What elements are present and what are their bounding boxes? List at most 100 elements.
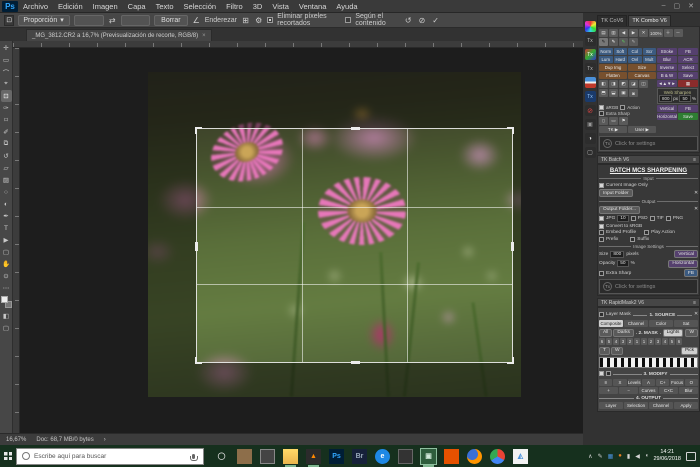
mod-plus[interactable]: + [599,387,618,394]
blend-overlay[interactable]: Ovl [628,56,642,63]
black-brush-icon[interactable]: ✎ [599,38,608,46]
psd-checkbox[interactable] [631,216,636,221]
content-aware-checkbox[interactable] [345,17,351,23]
crop-width-field[interactable] [74,15,103,26]
close-tab-icon[interactable]: × [202,33,206,39]
taskbar-app-explorer[interactable] [283,449,298,464]
gray-brush-icon[interactable]: ✎ [629,38,638,46]
crop-height-field[interactable] [121,15,150,26]
tk-menu-button[interactable]: TK ▶ [599,126,627,133]
healing-brush-tool[interactable]: ⌑ [1,114,12,126]
crop-preset-dropdown[interactable]: Proporción▾ [18,15,70,26]
output-channel[interactable]: Channel [649,402,673,409]
mod-x[interactable]: X [613,379,626,386]
panel-menu-icon[interactable]: ≡ [693,300,696,306]
mask-thumb[interactable]: ◩ [619,80,628,88]
taskbar-app-window[interactable] [260,449,275,464]
cancel-crop-icon[interactable]: ⊘ [419,16,426,25]
palette-button[interactable]: ▦ [678,80,698,87]
clear-input-icon[interactable]: ✕ [694,191,698,196]
png-checkbox[interactable] [666,216,671,221]
blend-color[interactable]: Col [628,48,642,55]
taskbar-app-chrome[interactable] [490,449,505,464]
trash-icon[interactable]: ▯ [599,117,608,125]
clone-stamp-tool[interactable]: ⧉ [1,138,12,150]
fb2-button[interactable]: FB [678,105,698,112]
embed-profile-checkbox[interactable] [599,230,604,235]
menu-seleccion[interactable]: Selección [179,0,222,13]
tx-dark-panel-icon[interactable]: Tx [585,35,596,46]
canvas-button[interactable]: Canvas [628,72,656,79]
menu-capa[interactable]: Capa [123,0,151,13]
mod-a[interactable]: A [642,379,655,386]
blur-button[interactable]: Blur [657,56,677,63]
output-layer[interactable]: Layer [599,402,623,409]
eraser-tool[interactable]: ▱ [1,162,12,174]
close-doc-icon[interactable]: ✕ [639,29,648,37]
swap-dimensions-icon[interactable]: ⇄ [108,15,117,26]
vertical-button[interactable]: Vertical [674,250,698,258]
gradient-tool[interactable]: ▨ [1,174,12,186]
save-button[interactable]: Save [678,72,698,79]
select-button[interactable]: Select [678,64,698,71]
save-green-button[interactable]: Save [678,113,698,120]
gray-panel-icon[interactable]: ▣ [585,119,596,130]
taskbar-app-cortana[interactable]: ◯ [214,449,229,464]
mask-thumb[interactable]: ◙ [629,89,638,97]
web-sharpen-size-field[interactable]: 800 [659,95,672,102]
prev-icon[interactable]: ◀ [619,29,628,37]
blend-multiply[interactable]: Mult [643,56,657,63]
taskbar-app-vlc[interactable]: ▲ [306,449,321,464]
tray-battery-icon[interactable]: ▮ [627,453,630,460]
zone-1b[interactable]: 1 [641,338,647,345]
argb-checkbox[interactable] [599,105,604,110]
jpg-quality-field[interactable]: 10 [617,215,628,222]
clear-output-icon[interactable]: ✕ [694,207,698,212]
play-action-checkbox[interactable] [644,230,649,235]
zoom-100-button[interactable]: 100% [649,29,663,37]
lasso-tool[interactable]: ⌒ [1,66,12,78]
path-selection-tool[interactable]: ▶ [1,234,12,246]
arrows-button[interactable]: ◄▲▼► [657,80,677,87]
mask-thumb[interactable]: ▣ [619,89,628,97]
zone-5[interactable]: 5 [606,338,612,345]
folder2-icon[interactable]: ▭ [609,117,618,125]
mask-thumb[interactable]: ⬓ [609,89,618,97]
source-close-icon[interactable]: ✕ [694,312,698,317]
taskbar-app-dark[interactable] [398,449,413,464]
tray-network-icon[interactable]: ◖ [645,453,649,460]
delete-cropped-pixels-checkbox[interactable] [267,17,273,23]
pick-button[interactable]: Pick [681,347,698,355]
output-folder-button[interactable]: Output Folder... [599,206,640,214]
mask-thumb[interactable]: ◨ [609,80,618,88]
tk-rgb-panel-icon[interactable] [585,21,596,32]
fb-button2[interactable]: FB [684,269,698,277]
zone-1[interactable]: 1 [634,338,640,345]
taskbar-app-store[interactable] [237,449,252,464]
dup-img-button[interactable]: Dup Img [599,64,627,71]
mod-levels-icon[interactable]: ≡ [599,379,612,386]
reset-crop-icon[interactable]: ↺ [405,16,412,25]
menu-edicion[interactable]: Edición [53,0,88,13]
jpg-checkbox[interactable] [599,216,604,221]
suffix-checkbox[interactable] [630,237,635,242]
action-center-icon[interactable] [686,452,696,461]
zoom-level[interactable]: 16,67% [6,437,26,443]
inverse-button[interactable]: Inverse [657,64,677,71]
extra-sharp-checkbox[interactable] [599,111,604,116]
taskbar-clock[interactable]: 14:21 29/06/2018 [653,449,681,463]
input-folder-button[interactable]: Input Folder [599,189,633,197]
microphone-icon[interactable] [192,454,195,459]
mod-cplus[interactable]: C+ [656,379,669,386]
opacity-field[interactable]: 50 [617,260,628,267]
mask-type-dropdown[interactable]: Lights [663,329,684,337]
crop-settings-gear-icon[interactable]: ⚙ [254,15,263,26]
source-channel[interactable]: Channel [624,320,648,327]
output-selection[interactable]: Selection [624,402,648,409]
source-sat[interactable]: Sat [674,320,698,327]
crop-handle-bottom[interactable] [351,361,360,364]
green-brush-icon[interactable]: ✎ [619,38,628,46]
batch-click-for-settings[interactable]: Tx Click for settings [599,279,698,294]
folder-icon[interactable]: ▤ [599,29,608,37]
zone-2b[interactable]: 2 [648,338,654,345]
